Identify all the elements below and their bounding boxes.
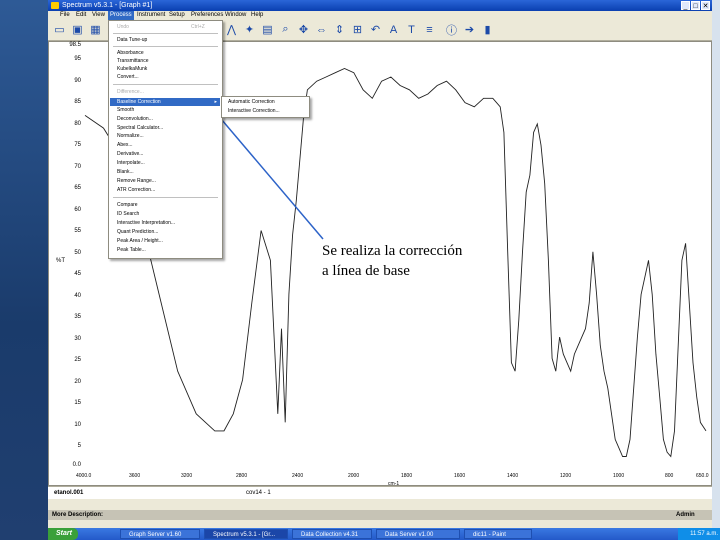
submenu-arrow-icon: ▸ xyxy=(214,99,217,105)
menu-item-blank[interactable]: Blank... xyxy=(117,169,134,175)
taskbar-button-data-collection[interactable]: Data Collection v4.31 xyxy=(292,529,372,539)
menu-item-undo-shortcut: Ctrl+Z xyxy=(191,24,205,30)
menu-item-data-tuneup[interactable]: Data Tune-up xyxy=(117,37,147,43)
taskbar-button-graph-server[interactable]: Graph Server v1.60 xyxy=(120,529,200,539)
menu-item-transmittance[interactable]: Transmittance xyxy=(117,58,149,64)
menu-item-peak-area-height[interactable]: Peak Area / Height... xyxy=(117,238,163,244)
menu-item-id-search[interactable]: ID Search xyxy=(117,211,139,217)
taskbar: Start Graph Server v1.60 Spectrum v5.3.1… xyxy=(48,528,720,540)
taskbar-button-data-server[interactable]: Data Server v1.00 xyxy=(376,529,460,539)
menu-item-derivative[interactable]: Derivative... xyxy=(117,151,143,157)
menu-item-difference: Difference... xyxy=(117,89,144,95)
menu-item-undo: Undo xyxy=(117,24,129,30)
taskbar-clock: 11:57 a.m. xyxy=(678,528,720,540)
menu-item-absorbance[interactable]: Absorbance xyxy=(117,50,144,56)
taskbar-button-paint[interactable]: dic11 - Paint xyxy=(464,529,532,539)
desktop-background xyxy=(0,0,48,540)
menu-item-quant-prediction[interactable]: Quant Prediction... xyxy=(117,229,158,235)
menu-separator xyxy=(113,84,218,85)
menu-highlight[interactable]: Baseline Correction ▸ xyxy=(110,98,220,106)
taskbar-button-spectrum[interactable]: Spectrum v5.3.1 - [Gr... xyxy=(204,529,288,539)
menu-item-smooth[interactable]: Smooth xyxy=(117,107,134,113)
annotation-text: Se realiza la corrección a línea de base xyxy=(322,243,463,279)
menu-item-baseline-correction[interactable]: Baseline Correction xyxy=(117,98,161,106)
menu-item-spectral-calculator[interactable]: Spectral Calculator... xyxy=(117,125,163,131)
menu-item-abex[interactable]: Abex... xyxy=(117,142,133,148)
start-button[interactable]: Start xyxy=(48,528,78,540)
menu-item-compare[interactable]: Compare xyxy=(117,202,138,208)
baseline-submenu: Automatic Correction Interactive Correct… xyxy=(221,96,310,118)
menu-item-convert[interactable]: Convert... xyxy=(117,74,139,80)
menu-separator xyxy=(113,33,218,34)
menu-item-kubelkamunk[interactable]: KubelkaMunk xyxy=(117,66,147,72)
menu-item-interpolate[interactable]: Interpolate... xyxy=(117,160,145,166)
menu-separator xyxy=(113,46,218,47)
menu-item-interactive-interpretation[interactable]: Interactive Interpretation... xyxy=(117,220,175,226)
menu-item-atr-correction[interactable]: ATR Correction... xyxy=(117,187,155,193)
menu-separator xyxy=(113,197,218,198)
desktop-edge xyxy=(712,0,720,540)
menu-item-normalize[interactable]: Normalize... xyxy=(117,133,144,139)
annotation-arrow-line xyxy=(215,112,324,240)
submenu-item-automatic-correction[interactable]: Automatic Correction xyxy=(228,99,275,105)
menu-item-deconvolution[interactable]: Deconvolution... xyxy=(117,116,153,122)
process-menu: Baseline Correction ▸ Undo Ctrl+Z Data T… xyxy=(108,20,223,259)
menu-item-peak-table[interactable]: Peak Table... xyxy=(117,247,146,253)
submenu-item-interactive-correction[interactable]: Interactive Correction... xyxy=(228,108,280,114)
menu-item-remove-range[interactable]: Remove Range... xyxy=(117,178,156,184)
